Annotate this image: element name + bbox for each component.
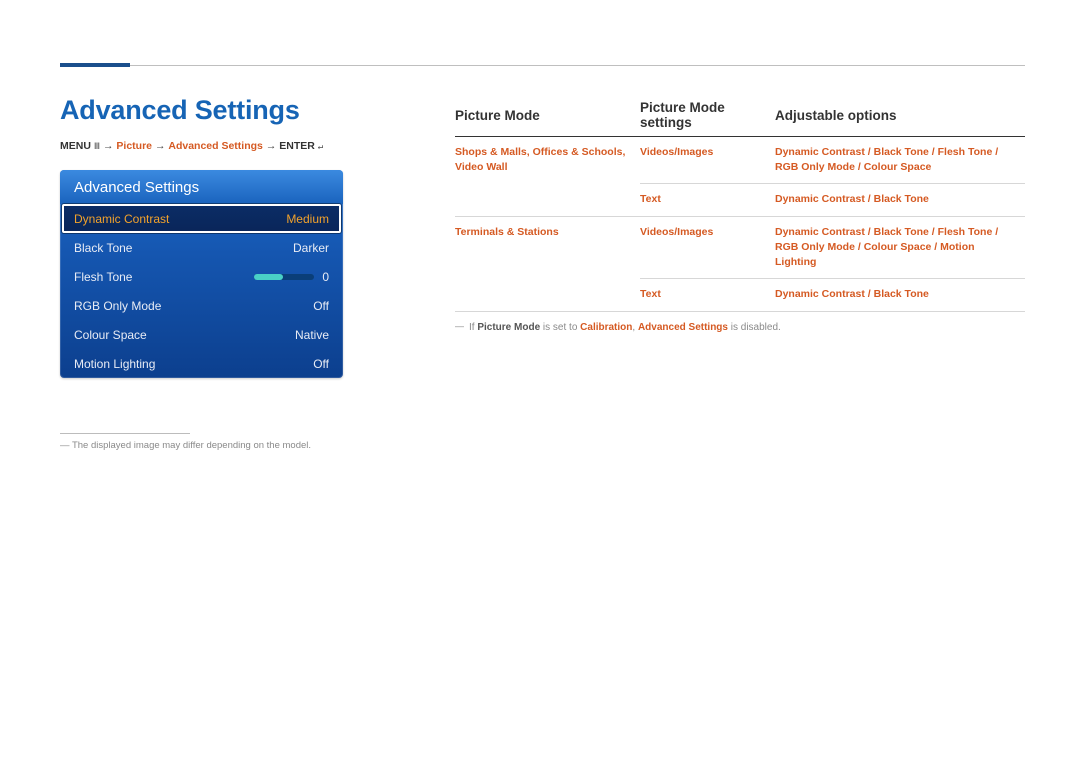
cell-mode: Terminals & Stations xyxy=(455,226,559,238)
osd-label: Flesh Tone xyxy=(74,270,132,284)
osd-value: 0 xyxy=(322,270,329,284)
osd-value: Native xyxy=(295,328,329,342)
section-title: Advanced Settings xyxy=(60,95,455,126)
cell-settings: Videos/Images xyxy=(640,226,713,238)
osd-panel: Advanced Settings Dynamic Contrast Mediu… xyxy=(60,170,343,378)
th-adjustable-options: Adjustable options xyxy=(775,100,1025,137)
breadcrumb-advanced: Advanced Settings xyxy=(168,140,263,152)
breadcrumb-enter: ENTER xyxy=(279,140,315,152)
osd-row-motion-lighting[interactable]: Motion Lighting Off xyxy=(60,349,343,378)
breadcrumb: MENU Ⅲ → Picture → Advanced Settings → E… xyxy=(60,140,455,152)
osd-row-black-tone[interactable]: Black Tone Darker xyxy=(60,233,343,262)
osd-row-dynamic-contrast[interactable]: Dynamic Contrast Medium xyxy=(62,204,341,233)
footnote-text: ― The displayed image may differ dependi… xyxy=(60,440,455,451)
osd-label: RGB Only Mode xyxy=(74,299,161,313)
cell-options: Dynamic Contrast / Black Tone xyxy=(775,279,1025,311)
th-picture-mode-settings: Picture Mode settings xyxy=(640,100,775,137)
osd-value: Darker xyxy=(293,241,329,255)
osd-label: Colour Space xyxy=(74,328,147,342)
osd-value: Off xyxy=(313,357,329,371)
arrow-icon: → xyxy=(103,140,114,152)
th-picture-mode: Picture Mode xyxy=(455,100,640,137)
osd-row-colour-space[interactable]: Colour Space Native xyxy=(60,320,343,349)
footnote-divider xyxy=(60,433,190,434)
cell-settings: Videos/Images xyxy=(640,146,713,158)
flesh-tone-slider[interactable] xyxy=(254,274,314,280)
cell-settings: Text xyxy=(640,288,661,300)
osd-value: Off xyxy=(313,299,329,313)
cell-settings: Text xyxy=(640,193,661,205)
cell-options: Dynamic Contrast / Black Tone xyxy=(775,184,1025,216)
breadcrumb-picture: Picture xyxy=(116,140,152,152)
top-divider-accent xyxy=(60,63,130,67)
osd-value: Medium xyxy=(286,212,329,226)
arrow-icon: → xyxy=(155,140,166,152)
calibration-note: If Picture Mode is set to Calibration, A… xyxy=(455,322,1025,333)
cell-mode: Shops & Malls, Offices & Schools, Video … xyxy=(455,146,625,173)
osd-row-flesh-tone[interactable]: Flesh Tone 0 xyxy=(60,262,343,291)
osd-title: Advanced Settings xyxy=(60,170,343,204)
top-divider xyxy=(60,65,1025,66)
cell-options: Dynamic Contrast / Black Tone / Flesh To… xyxy=(775,216,1025,279)
breadcrumb-menu: MENU xyxy=(60,140,91,152)
table-row: Terminals & Stations Videos/Images Dynam… xyxy=(455,216,1025,279)
table-row: Shops & Malls, Offices & Schools, Video … xyxy=(455,137,1025,184)
menu-icon: Ⅲ xyxy=(94,142,100,152)
osd-label: Dynamic Contrast xyxy=(74,212,169,226)
arrow-icon: → xyxy=(266,140,277,152)
options-table: Picture Mode Picture Mode settings Adjus… xyxy=(455,100,1025,312)
enter-icon: ↵ xyxy=(318,142,323,152)
osd-label: Black Tone xyxy=(74,241,132,255)
osd-label: Motion Lighting xyxy=(74,357,155,371)
cell-options: Dynamic Contrast / Black Tone / Flesh To… xyxy=(775,137,1025,184)
osd-row-rgb-only[interactable]: RGB Only Mode Off xyxy=(60,291,343,320)
